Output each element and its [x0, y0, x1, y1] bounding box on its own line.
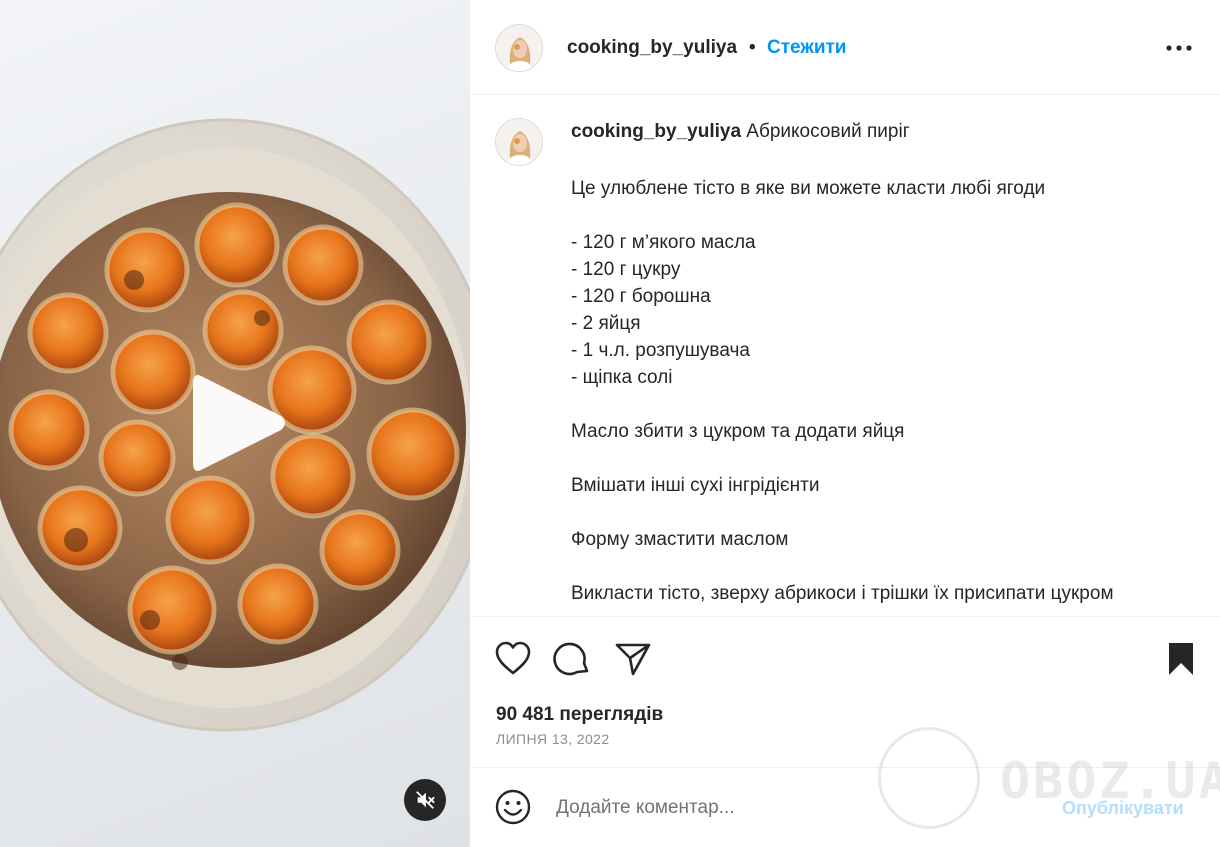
- avatar[interactable]: [495, 24, 543, 72]
- caption-line: - 120 г цукру: [571, 259, 681, 280]
- watermark-text: OBOZ.UA: [1000, 752, 1220, 810]
- caption-username[interactable]: cooking_by_yuliya: [571, 121, 741, 142]
- caption-line: Масло збити з цукром та додати яйця: [571, 421, 905, 442]
- caption-line: - щіпка солі: [571, 367, 673, 388]
- follow-button[interactable]: Стежити: [767, 37, 846, 59]
- save-bookmark-icon[interactable]: [1161, 639, 1201, 679]
- caption-line: [571, 445, 1114, 472]
- comment-icon[interactable]: [553, 639, 593, 679]
- post-video[interactable]: [0, 0, 470, 847]
- caption-text: Це улюблене тісто в яке ви можете класти…: [571, 175, 1114, 607]
- emoji-icon[interactable]: [494, 788, 532, 826]
- caption-title: Абрикосовий пиріг: [746, 121, 910, 142]
- caption-line: Викласти тісто, зверху абрикоси і трішки…: [571, 583, 1114, 604]
- caption-line: [571, 391, 1114, 418]
- caption-avatar[interactable]: [495, 118, 543, 166]
- watermark-globe-icon: [878, 727, 980, 829]
- post-username[interactable]: cooking_by_yuliya: [567, 37, 737, 59]
- caption-section: cooking_by_yuliya Абрикосовий пиріг Це у…: [470, 96, 1220, 616]
- post-date[interactable]: ЛИПНЯ 13, 2022: [496, 731, 610, 747]
- more-horizontal-icon[interactable]: [1165, 38, 1193, 58]
- caption-header: cooking_by_yuliya Абрикосовий пиріг: [571, 121, 910, 143]
- caption-line: - 2 яйця: [571, 313, 641, 334]
- post-header: cooking_by_yuliya • Стежити: [470, 0, 1220, 95]
- share-send-icon[interactable]: [613, 639, 653, 679]
- separator-dot: •: [749, 37, 756, 58]
- play-icon[interactable]: [187, 368, 291, 478]
- post-panel: cooking_by_yuliya • Стежити cooking_by_y…: [470, 0, 1220, 847]
- caption-line: - 120 г м’якого масла: [571, 232, 756, 253]
- caption-line: - 1 ч.л. розпушувача: [571, 340, 750, 361]
- mute-button[interactable]: [404, 779, 446, 821]
- caption-line: Вмішати інші сухі інгрідієнти: [571, 475, 820, 496]
- caption-line: Форму змастити маслом: [571, 529, 789, 550]
- like-heart-icon[interactable]: [493, 639, 533, 679]
- volume-off-icon: [416, 791, 435, 809]
- view-count[interactable]: 90 481 переглядів: [496, 704, 663, 726]
- caption-line: [571, 553, 1114, 580]
- caption-line: Це улюблене тісто в яке ви можете класти…: [571, 178, 1046, 199]
- caption-line: - 120 г борошна: [571, 286, 711, 307]
- caption-line: [571, 499, 1114, 526]
- profile-photo: [496, 25, 542, 71]
- profile-photo: [496, 119, 542, 165]
- caption-line: [571, 202, 1114, 229]
- post-actions: 90 481 переглядів ЛИПНЯ 13, 2022: [470, 616, 1220, 770]
